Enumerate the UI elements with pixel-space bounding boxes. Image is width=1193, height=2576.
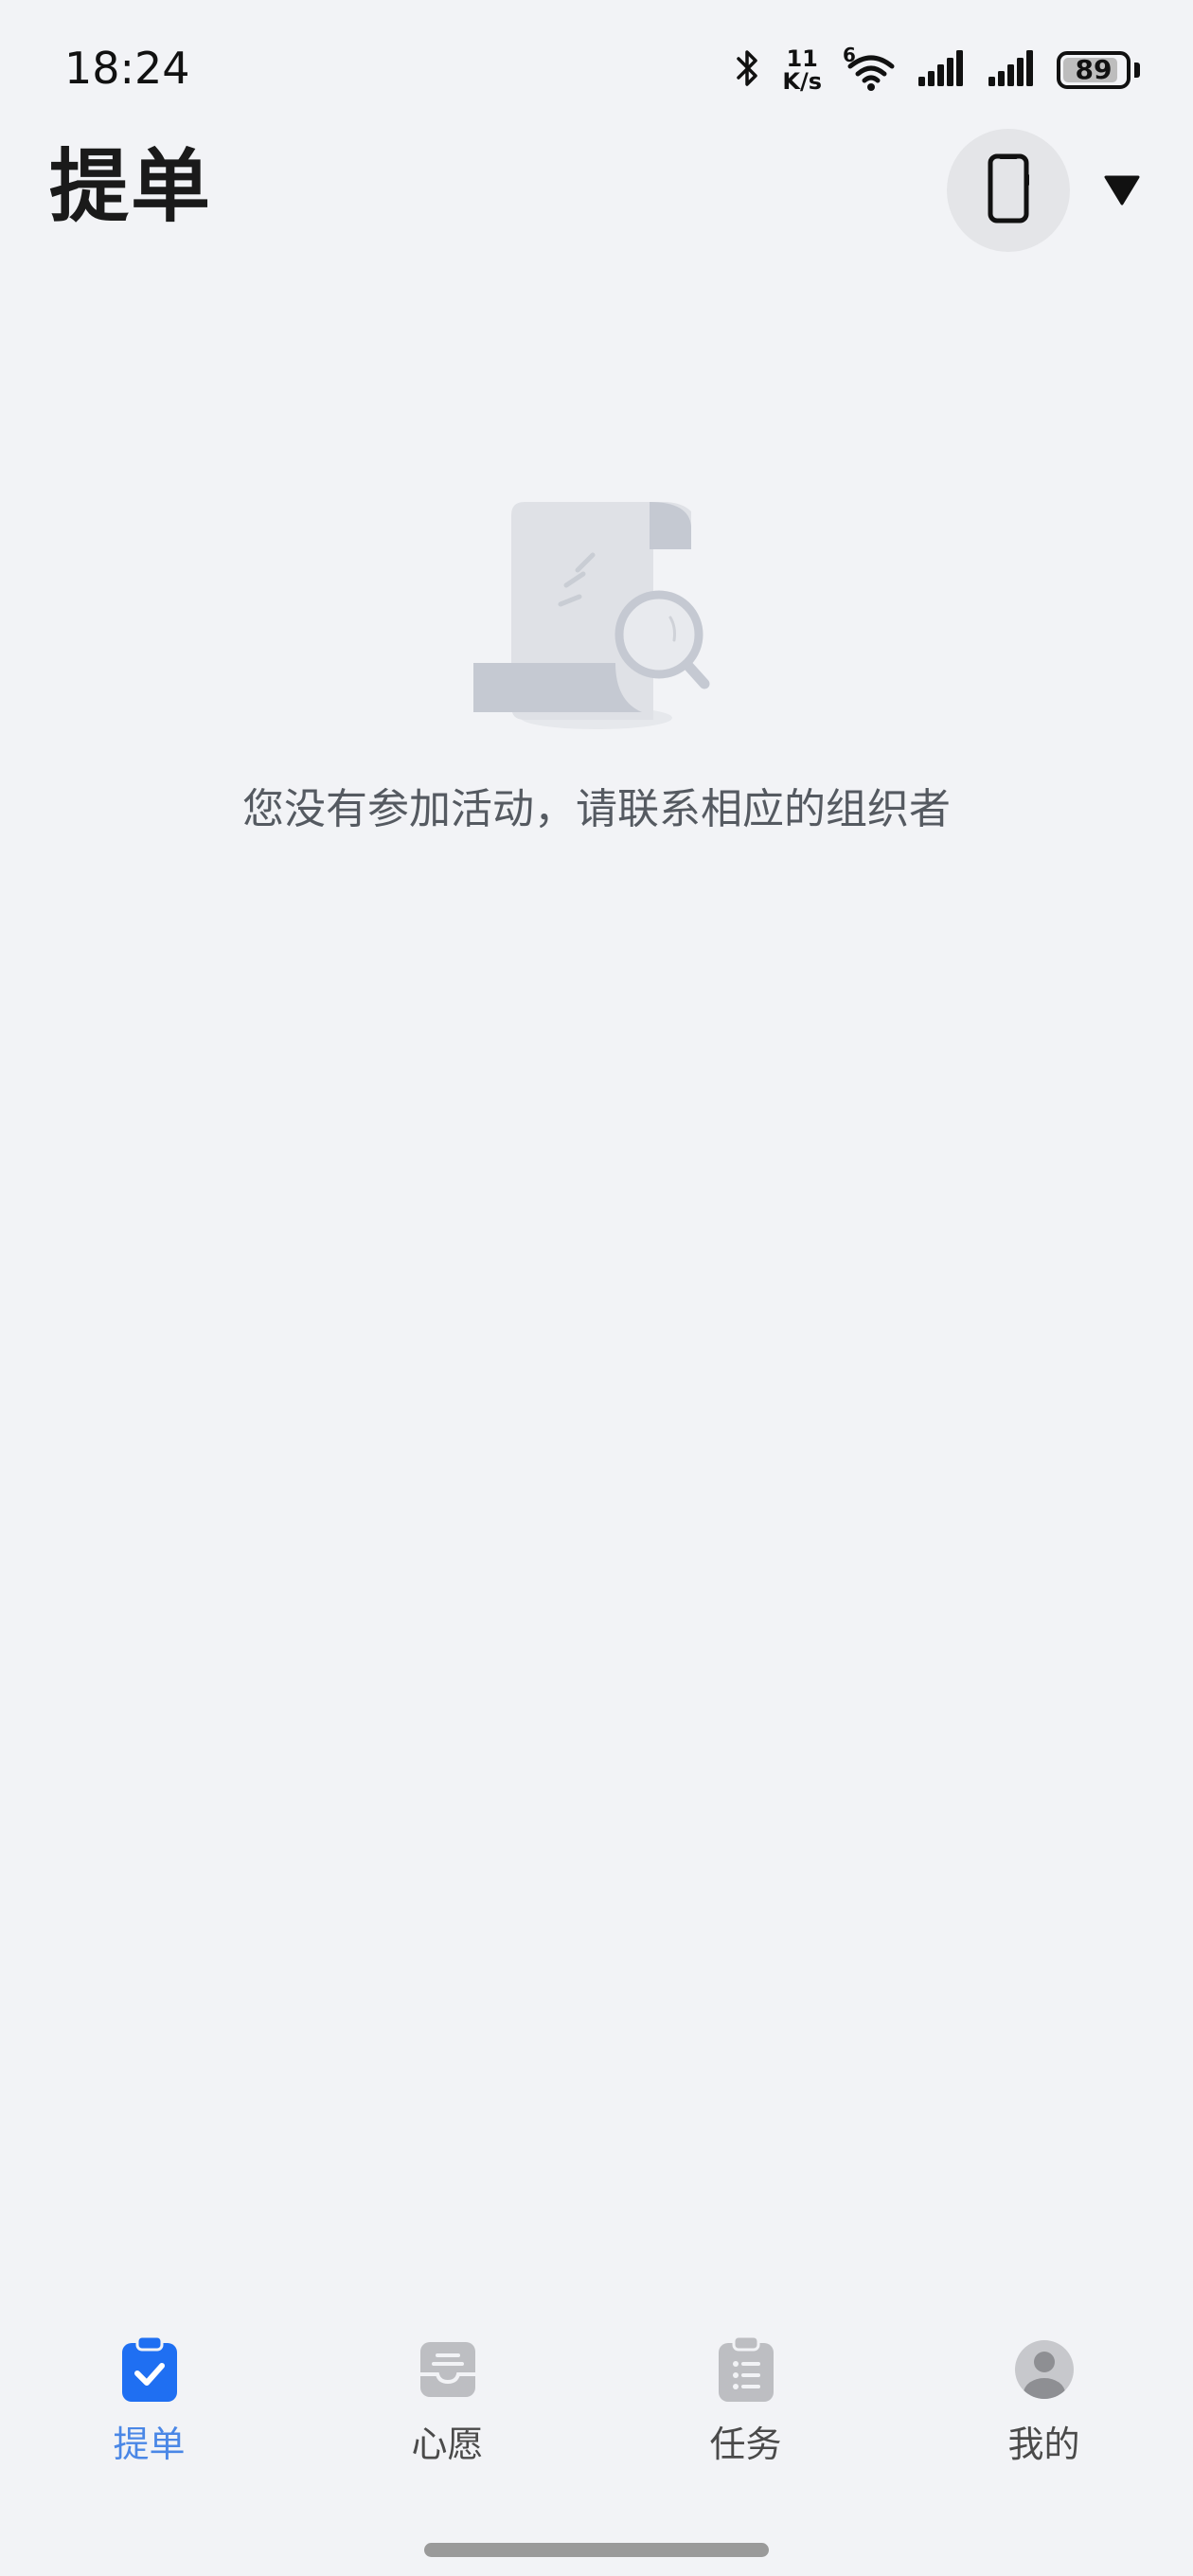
clipboard-check-icon [116, 2335, 184, 2404]
tab-label: 提单 [113, 2424, 186, 2465]
battery-icon: 89 [1057, 51, 1131, 89]
user-avatar-icon [1010, 2335, 1078, 2404]
dropdown-button[interactable] [1098, 169, 1146, 216]
home-indicator[interactable] [424, 2543, 769, 2557]
phone-icon [988, 153, 1029, 227]
task-list-icon [712, 2335, 780, 2404]
device-switch-button[interactable] [947, 129, 1070, 252]
status-icons: 11 K/s 6 89 [733, 44, 1140, 97]
tab-renwu[interactable]: 任务 [596, 2311, 895, 2481]
signal-icon-sim1 [917, 48, 966, 92]
bottom-nav: 提单 心愿 任务 我的 [0, 2311, 1193, 2481]
network-speed: 11 K/s [782, 47, 822, 93]
wifi-icon: 6 [843, 44, 896, 93]
page-title: 提单 [49, 140, 213, 233]
net-speed-unit: K/s [782, 68, 822, 95]
inbox-tray-icon [414, 2335, 482, 2404]
tab-label: 任务 [709, 2424, 782, 2465]
tab-tidan[interactable]: 提单 [0, 2311, 298, 2481]
tab-wode[interactable]: 我的 [895, 2311, 1193, 2481]
document-search-illustration [473, 502, 720, 739]
wifi-badge: 6 [843, 44, 856, 66]
net-speed-value: 11 [786, 45, 818, 72]
status-time: 18:24 [64, 43, 190, 94]
tab-xinyuan[interactable]: 心愿 [298, 2311, 596, 2481]
tab-label: 我的 [1007, 2424, 1080, 2465]
empty-state-message: 您没有参加活动，请联系相应的组织者 [242, 785, 951, 833]
battery-tip [1134, 63, 1140, 78]
battery-level: 89 [1075, 54, 1113, 85]
triangle-down-icon [1104, 175, 1140, 209]
bluetooth-icon [733, 47, 761, 93]
status-bar: 18:24 11 K/s 6 89 [0, 0, 1193, 142]
tab-label: 心愿 [411, 2424, 484, 2465]
signal-icon-sim2 [987, 48, 1036, 92]
